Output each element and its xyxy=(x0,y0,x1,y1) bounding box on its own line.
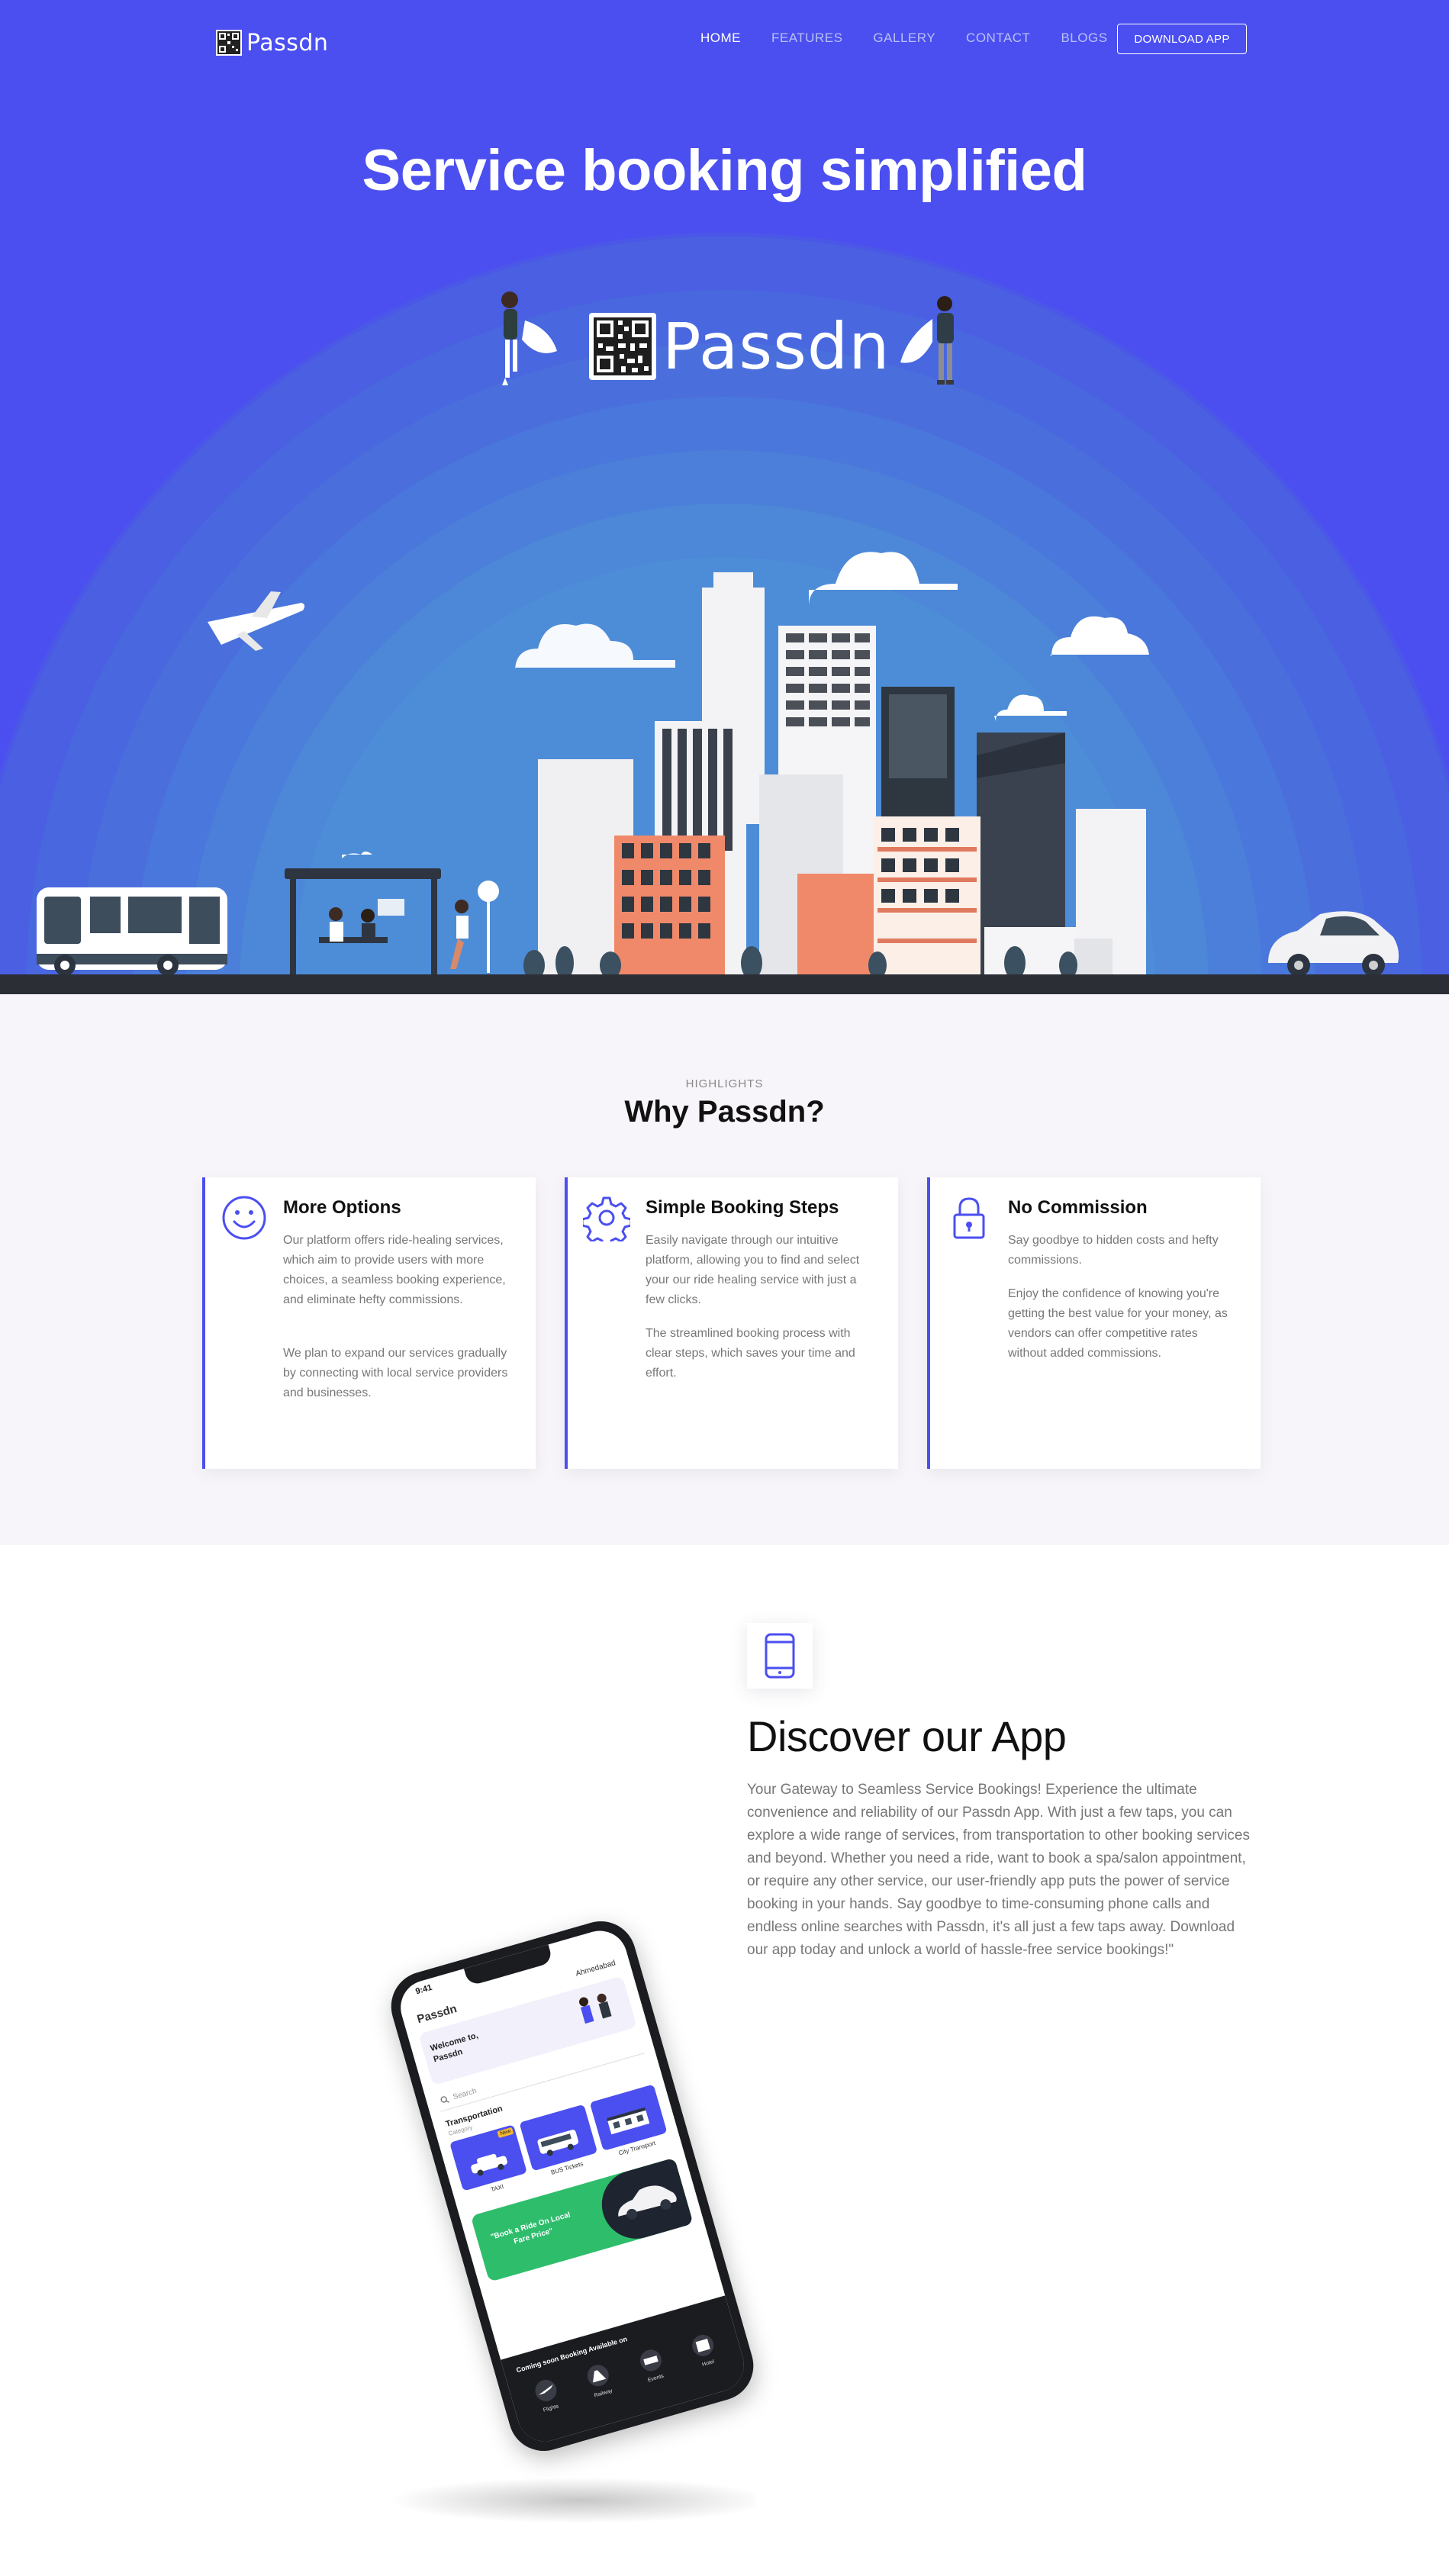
feature-card-more-options: More Options Our platform offers ride-he… xyxy=(202,1177,536,1469)
nav-link-features[interactable]: FEATURES xyxy=(771,31,842,46)
city-tile-image xyxy=(589,2084,668,2152)
bus-tile-image xyxy=(519,2104,597,2172)
gear-icon xyxy=(583,1196,630,1241)
download-app-button[interactable]: DOWNLOAD APP xyxy=(1117,24,1247,54)
superhero-woman-illustration xyxy=(501,291,557,385)
lock-icon xyxy=(953,1197,985,1239)
taxi-icon xyxy=(471,2153,507,2176)
upcoming-label: Flights xyxy=(543,2404,559,2413)
buildings xyxy=(538,572,1146,977)
bus-icon xyxy=(537,2129,579,2156)
airplane-illustration xyxy=(208,591,305,651)
phone-banner-text: "Book a Ride On Local Fare Price" xyxy=(489,2211,572,2246)
phone-mockup: 9:41 Passdn Ahmedabad Welcome to, Passdn… xyxy=(359,1911,762,2522)
card-text: Say goodbye to hidden costs and hefty co… xyxy=(1008,1234,1219,1267)
railway-icon xyxy=(587,2365,609,2387)
city-transport-icon xyxy=(606,2107,649,2135)
logo[interactable]: Passdn xyxy=(216,26,328,60)
upcoming-item[interactable]: Events xyxy=(635,2346,669,2384)
discover-description: Your Gateway to Seamless Service Booking… xyxy=(747,1782,1250,1958)
hero-brand-text: Passdn xyxy=(662,309,890,384)
upcoming-label: Hotel xyxy=(701,2359,716,2368)
card-title: No Commission xyxy=(1008,1197,1148,1218)
nav-links: HOME FEATURES GALLERY CONTACT BLOGS xyxy=(700,31,1108,46)
nav-link-home[interactable]: HOME xyxy=(700,31,741,46)
card-text-secondary: The streamlined booking process with cle… xyxy=(646,1327,855,1380)
nav-link-gallery[interactable]: GALLERY xyxy=(873,31,935,46)
upcoming-item[interactable]: Hotel xyxy=(687,2331,722,2370)
car-illustration xyxy=(1268,911,1399,977)
flight-icon xyxy=(535,2379,557,2401)
section-title: Why Passdn? xyxy=(624,1095,825,1129)
phone-tile-bus[interactable]: BUS Tickets xyxy=(519,2104,603,2189)
discover-section: Discover our App Your Gateway to Seamles… xyxy=(0,1545,1449,2576)
phone-status-time: 9:41 xyxy=(414,1982,433,1997)
bus-stop-illustration xyxy=(285,868,499,974)
card-title: Simple Booking Steps xyxy=(646,1197,839,1218)
phone-welcome-illustration xyxy=(579,1993,612,2024)
phone-welcome-text: Welcome to, Passdn xyxy=(429,2030,479,2065)
qr-code-icon xyxy=(589,313,656,380)
phone-tile-city[interactable]: City Transport xyxy=(589,2084,672,2169)
card-text-secondary: We plan to expand our services gradually… xyxy=(283,1347,508,1399)
section-eyebrow: HIGHLIGHTS xyxy=(685,1077,764,1090)
superhero-man-illustration xyxy=(900,296,954,385)
road xyxy=(0,974,1449,994)
feature-card-no-commission: No Commission Say goodbye to hidden cost… xyxy=(927,1177,1261,1469)
upcoming-label: Events xyxy=(647,2373,665,2384)
hero-brand: Passdn xyxy=(589,311,890,382)
hero-title: Service booking simplified xyxy=(362,138,1087,203)
mobile-icon xyxy=(765,1633,795,1679)
qr-logo-icon xyxy=(216,30,242,56)
upcoming-item[interactable]: Flights xyxy=(530,2376,565,2415)
logo-text: Passdn xyxy=(246,29,329,56)
hero-section: Passdn HOME FEATURES GALLERY CONTACT BLO… xyxy=(0,0,1449,994)
phone-brand: Passdn xyxy=(415,2001,459,2026)
phone-new-badge: New xyxy=(497,2127,514,2138)
nav-link-contact[interactable]: CONTACT xyxy=(966,31,1030,46)
feature-card-simple-booking: Simple Booking Steps Easily navigate thr… xyxy=(565,1177,898,1469)
bus-illustration xyxy=(37,887,227,976)
nav-link-blogs[interactable]: BLOGS xyxy=(1061,31,1107,46)
phone-tile-taxi[interactable]: New TAXI xyxy=(449,2124,533,2209)
highlights-section: HIGHLIGHTS Why Passdn? More Options Our … xyxy=(0,994,1449,1545)
events-icon xyxy=(639,2349,662,2372)
card-text-secondary: Enjoy the confidence of knowing you're g… xyxy=(1008,1287,1228,1360)
card-title: More Options xyxy=(283,1197,401,1218)
top-navbar: Passdn HOME FEATURES GALLERY CONTACT BLO… xyxy=(0,0,1449,84)
upcoming-item[interactable]: Railway xyxy=(583,2361,617,2400)
smile-icon xyxy=(222,1196,266,1240)
phone-location[interactable]: Ahmedabad xyxy=(575,1959,617,1978)
phone-tile-label: TAXI xyxy=(490,2183,505,2194)
taxi-tile-image: New xyxy=(449,2124,528,2191)
card-text: Easily navigate through our intuitive pl… xyxy=(646,1234,860,1306)
discover-title: Discover our App xyxy=(747,1712,1067,1760)
phone-search-placeholder: Search xyxy=(452,2086,478,2102)
upcoming-label: Railway xyxy=(593,2388,613,2399)
app-icon-box xyxy=(747,1623,813,1689)
hotel-icon xyxy=(692,2334,714,2356)
card-text: Our platform offers ride-healing service… xyxy=(283,1234,506,1306)
search-icon xyxy=(440,2096,449,2103)
